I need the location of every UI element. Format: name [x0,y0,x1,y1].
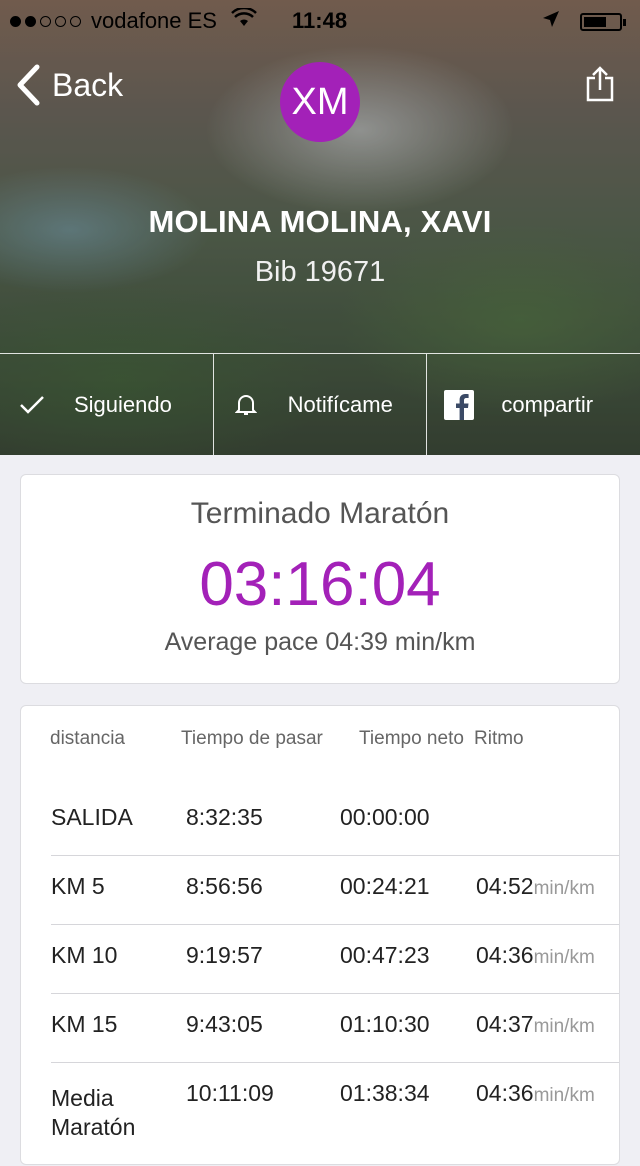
row-pass-time: 10:11:09 [186,1080,274,1106]
row-pace: 04:36min/km [476,942,595,968]
row-net-time: 00:00:00 [340,804,430,830]
row-net-time: 01:10:30 [340,1011,430,1037]
table-row: KM 15 9:43:05 01:10:30 04:37min/km [51,993,619,1063]
hero-header: vodafone ES 11:48 Back XM MOLINA MOLINA,… [0,0,640,455]
splits-table: distancia Tiempo de pasar Tiempo neto Ri… [20,705,620,1165]
location-arrow-icon [542,10,560,34]
facebook-icon [435,390,483,420]
row-pass-time: 9:19:57 [186,942,263,968]
follow-label: Siguiendo [74,392,172,417]
notify-label: Notifícame [287,392,393,417]
result-card: Terminado Maratón 03:16:04 Average pace … [20,474,620,684]
row-pace: 04:36min/km [476,1080,595,1106]
row-distance: KM 10 [51,942,118,968]
row-distance: Media Maratón [51,1085,136,1140]
share-label: compartir [501,392,594,417]
share-button[interactable] [586,66,614,107]
row-pass-time: 8:32:35 [186,804,263,830]
avatar: XM [280,62,360,142]
bib-number: Bib 19671 [254,256,386,288]
carrier-name: vodafone ES [91,8,217,33]
row-net-time: 00:47:23 [340,942,430,968]
header-distance: distancia [50,728,125,749]
notify-button[interactable]: Notifícame [212,354,427,455]
row-pace: 04:52min/km [476,873,595,899]
battery-icon [580,13,626,31]
table-row: KM 5 8:56:56 00:24:21 04:52min/km [51,855,619,925]
follow-button[interactable]: Siguiendo [0,354,213,455]
row-net-time: 00:24:21 [340,873,430,899]
row-distance: KM 5 [51,873,105,899]
row-pass-time: 8:56:56 [186,873,263,899]
bell-icon [222,393,270,417]
row-distance: KM 15 [51,1011,118,1037]
header-pass-time: Tiempo de pasar [181,728,323,749]
table-row: Media Maratón 10:11:09 01:38:34 04:36min… [51,1062,619,1166]
signal-strength: vodafone ES [10,6,257,34]
table-row: SALIDA 8:32:35 00:00:00 [51,786,619,856]
clock: 11:48 [292,8,348,33]
back-button[interactable]: Back [16,64,123,106]
average-pace: Average pace 04:39 min/km [164,628,476,656]
table-row: KM 10 9:19:57 00:47:23 04:36min/km [51,924,619,994]
finish-time: 03:16:04 [199,550,441,619]
action-bar: Siguiendo Notifícame compartir [0,353,640,455]
share-icon [586,66,614,102]
header-net-time: Tiempo neto [359,728,464,749]
row-net-time: 01:38:34 [340,1080,430,1106]
back-label: Back [52,66,124,103]
status-bar: vodafone ES 11:48 [0,0,640,40]
row-distance: SALIDA [51,804,133,830]
wifi-icon [231,6,257,34]
header-pace: Ritmo [474,728,524,749]
share-facebook-button[interactable]: compartir [426,354,640,455]
runner-name: MOLINA MOLINA, XAVI [148,204,492,239]
result-status: Terminado Maratón [190,497,450,530]
chevron-left-icon [17,64,40,106]
row-pace: 04:37min/km [476,1011,595,1037]
row-pass-time: 9:43:05 [186,1011,263,1037]
checkmark-icon [8,395,56,415]
